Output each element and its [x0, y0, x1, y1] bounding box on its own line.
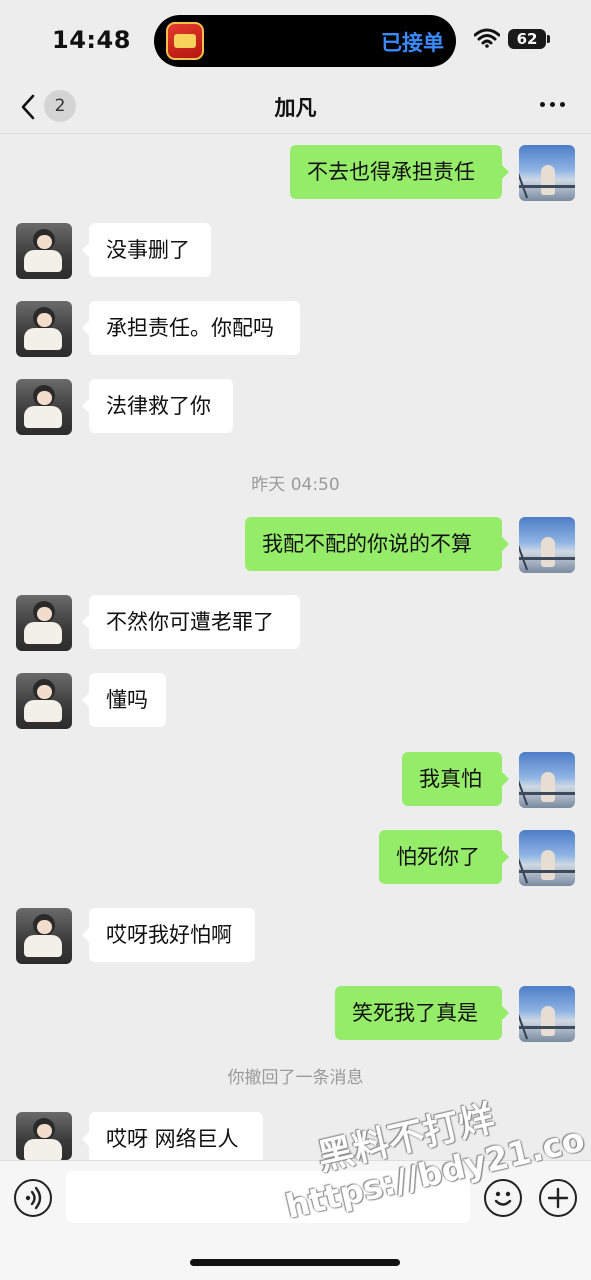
- emoji-button[interactable]: [484, 1179, 522, 1217]
- contact-avatar[interactable]: [16, 301, 72, 357]
- my-avatar[interactable]: [519, 986, 575, 1042]
- message-bubble[interactable]: 懂吗: [82, 673, 166, 727]
- my-avatar[interactable]: [519, 145, 575, 201]
- more-icon[interactable]: [540, 100, 566, 110]
- message-bubble[interactable]: 怕死你了: [379, 830, 509, 884]
- chat-header: 2 加凡: [0, 80, 591, 134]
- message-bubble[interactable]: 不然你可遭老罪了: [82, 595, 300, 649]
- message-bubble[interactable]: 笑死我了真是: [335, 986, 509, 1040]
- contact-avatar[interactable]: [16, 1112, 72, 1160]
- status-bar: 14:48 已接单 62: [0, 0, 591, 80]
- status-time: 14:48: [52, 26, 131, 54]
- message-bubble[interactable]: 不去也得承担责任: [290, 145, 509, 199]
- timestamp-divider: 昨天 04:50: [251, 475, 340, 495]
- message-bubble[interactable]: 没事删了: [82, 223, 211, 277]
- contact-avatar[interactable]: [16, 908, 72, 964]
- contact-avatar[interactable]: [16, 223, 72, 279]
- contact-avatar[interactable]: [16, 595, 72, 651]
- app-activity-icon: [166, 22, 204, 60]
- message-bubble[interactable]: 法律救了你: [82, 379, 233, 433]
- contact-avatar[interactable]: [16, 673, 72, 729]
- message-bubble[interactable]: 哎呀我好怕啊: [82, 908, 255, 962]
- battery-nub: [547, 35, 550, 43]
- battery-level: 62: [508, 29, 546, 49]
- emoji-icon: [494, 1191, 511, 1206]
- message-bubble[interactable]: 哎呀 网络巨人: [82, 1112, 263, 1160]
- chat-title: 加凡: [274, 96, 317, 120]
- my-avatar[interactable]: [519, 517, 575, 573]
- contact-avatar[interactable]: [16, 379, 72, 435]
- plus-icon: [547, 1187, 568, 1208]
- voice-button[interactable]: [14, 1179, 52, 1217]
- message-bubble[interactable]: 我真怕: [402, 752, 509, 806]
- voice-icon: [25, 1186, 41, 1209]
- my-avatar[interactable]: [519, 752, 575, 808]
- message-bubble[interactable]: 我配不配的你说的不算: [245, 517, 509, 571]
- my-avatar[interactable]: [519, 830, 575, 886]
- more-actions-button[interactable]: [539, 1179, 577, 1217]
- island-status-text: 已接单: [381, 31, 444, 55]
- home-indicator[interactable]: [190, 1259, 400, 1266]
- dynamic-island[interactable]: 已接单: [154, 15, 456, 67]
- wifi-icon: [474, 28, 500, 48]
- recall-notice: 你撤回了一条消息: [227, 1068, 364, 1088]
- message-bubble[interactable]: 承担责任。你配吗: [82, 301, 300, 355]
